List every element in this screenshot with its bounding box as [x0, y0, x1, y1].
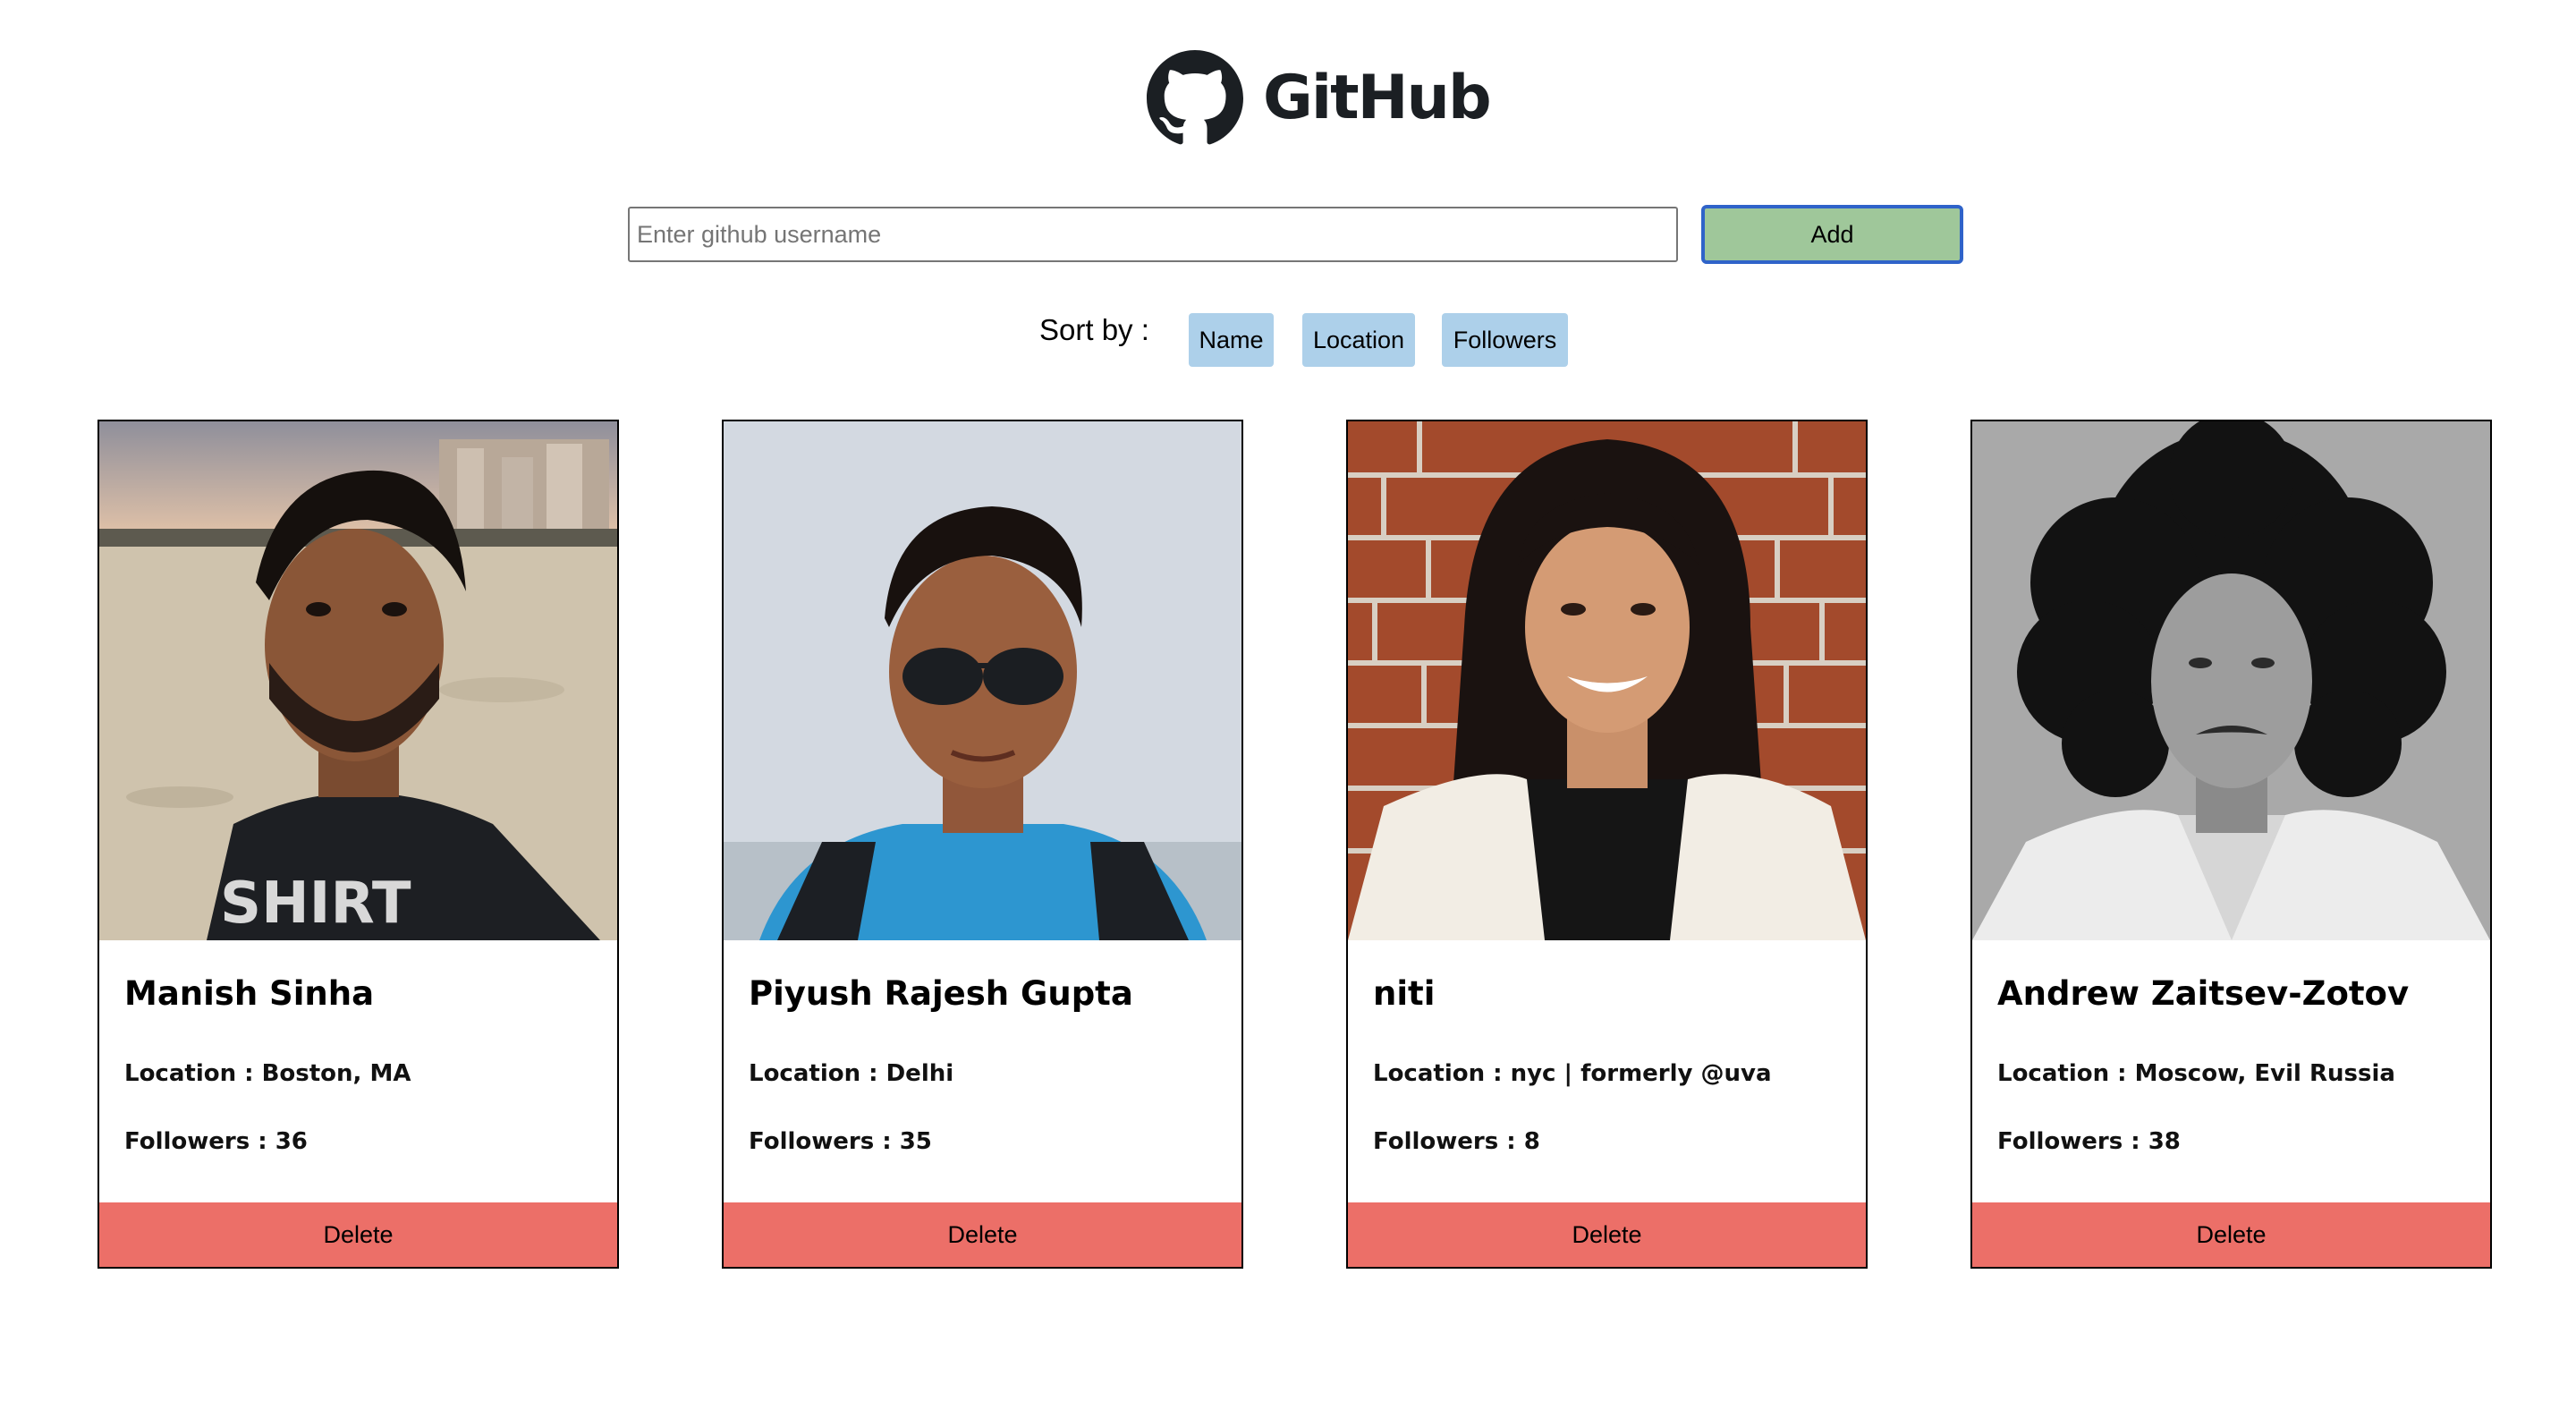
delete-button[interactable]: Delete — [1972, 1202, 2490, 1267]
user-followers: Followers : 36 — [124, 1128, 308, 1155]
user-card: Andrew Zaitsev-Zotov Location : Moscow, … — [1970, 420, 2492, 1269]
avatar — [724, 421, 1241, 940]
user-name: Piyush Rajesh Gupta — [749, 974, 1133, 1013]
user-followers: Followers : 8 — [1373, 1128, 1540, 1155]
user-card: Piyush Rajesh Gupta Location : Delhi Fol… — [722, 420, 1243, 1269]
user-location: Location : Delhi — [749, 1060, 954, 1087]
delete-button[interactable]: Delete — [724, 1202, 1241, 1267]
user-location: Location : nyc | formerly @uva — [1373, 1060, 1772, 1087]
user-name: Andrew Zaitsev-Zotov — [1997, 974, 2410, 1013]
username-input[interactable] — [628, 207, 1678, 262]
sort-by-label: Sort by : — [1039, 313, 1149, 346]
github-octocat-icon — [1147, 50, 1243, 145]
user-location: Location : Boston, MA — [124, 1060, 411, 1087]
delete-button[interactable]: Delete — [1348, 1202, 1866, 1267]
user-card: SHIRT Manish Sinha Location : Boston, MA… — [97, 420, 619, 1269]
add-button[interactable]: Add — [1701, 205, 1963, 264]
user-location: Location : Moscow, Evil Russia — [1997, 1060, 2395, 1087]
avatar — [1972, 421, 2490, 940]
user-followers: Followers : 35 — [749, 1128, 932, 1155]
delete-button[interactable]: Delete — [99, 1202, 617, 1267]
user-name: niti — [1373, 974, 1436, 1013]
github-logo: GitHub — [1147, 50, 1492, 147]
avatar — [1348, 421, 1866, 940]
sort-by-location-button[interactable]: Location — [1302, 313, 1415, 367]
avatar: SHIRT — [99, 421, 617, 940]
svg-text:SHIRT: SHIRT — [220, 871, 411, 937]
user-name: Manish Sinha — [124, 974, 375, 1013]
user-followers: Followers : 38 — [1997, 1128, 2181, 1155]
github-wordmark: GitHub — [1263, 63, 1492, 133]
sort-by-followers-button[interactable]: Followers — [1442, 313, 1568, 367]
page: GitHub Add Sort by : Name Location Follo… — [0, 0, 2576, 1410]
sort-by-name-button[interactable]: Name — [1189, 313, 1274, 367]
user-card: niti Location : nyc | formerly @uva Foll… — [1346, 420, 1868, 1269]
